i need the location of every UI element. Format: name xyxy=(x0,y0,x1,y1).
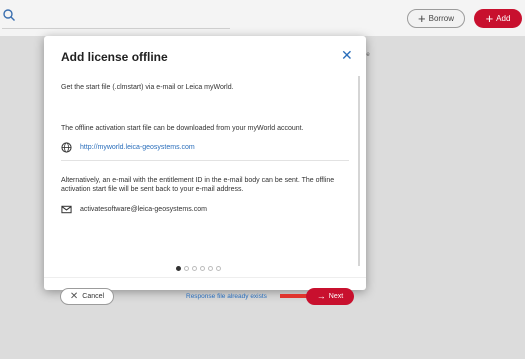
close-icon: ✕ xyxy=(69,290,79,302)
email-row[interactable]: activatesoftware@leica-geosystems.com xyxy=(61,204,207,215)
borrow-button[interactable]: + Borrow xyxy=(407,9,465,28)
page-dot xyxy=(208,266,213,271)
globe-icon xyxy=(61,142,72,153)
page-dot xyxy=(184,266,189,271)
arrow-right-icon: → xyxy=(316,291,326,301)
myworld-link[interactable]: http://myworld.leica-geosystems.com xyxy=(80,144,195,151)
close-icon[interactable]: ✕ xyxy=(341,48,353,62)
add-button[interactable]: + Add xyxy=(474,9,522,28)
page-dot xyxy=(176,266,181,271)
borrow-label: Borrow xyxy=(428,14,454,23)
next-label: Next xyxy=(328,293,344,300)
page-dot xyxy=(200,266,205,271)
email-description: Alternatively, an e-mail with the entitl… xyxy=(61,177,335,193)
mail-icon xyxy=(61,205,72,214)
footer-divider xyxy=(44,277,366,278)
myworld-description: The offline activation start file can be… xyxy=(61,125,304,132)
cancel-label: Cancel xyxy=(82,293,105,300)
response-file-link[interactable]: Response file already exists xyxy=(186,293,267,300)
top-bar: + Borrow + Add xyxy=(0,0,525,36)
plus-icon: + xyxy=(485,10,494,26)
divider xyxy=(61,160,349,161)
page-dot xyxy=(216,266,221,271)
search-input[interactable] xyxy=(2,28,230,29)
myworld-link-row[interactable]: http://myworld.leica-geosystems.com xyxy=(61,142,195,153)
next-button[interactable]: → Next xyxy=(306,288,354,305)
plus-icon: + xyxy=(418,10,426,26)
add-license-offline-dialog: Add license offline ✕ Get the start file… xyxy=(44,36,366,305)
add-label: Add xyxy=(496,14,511,23)
search-icon[interactable] xyxy=(2,8,16,22)
email-address: activatesoftware@leica-geosystems.com xyxy=(80,206,207,213)
scrollbar[interactable] xyxy=(358,76,360,266)
cancel-button[interactable]: ✕ Cancel xyxy=(60,288,114,305)
page-dot xyxy=(192,266,197,271)
page-indicator xyxy=(176,266,221,271)
intro-text: Get the start file (.clmstart) via e-mai… xyxy=(61,84,234,91)
dialog-title: Add license offline xyxy=(61,50,168,64)
